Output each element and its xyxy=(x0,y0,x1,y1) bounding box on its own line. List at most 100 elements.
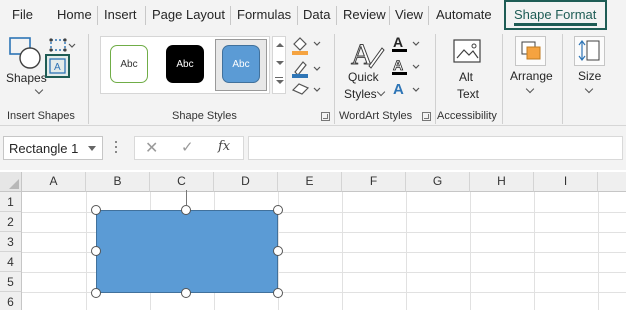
group-label-wordart-styles: WordArt Styles xyxy=(339,110,413,122)
row-header-6[interactable]: 6 xyxy=(0,292,22,310)
resize-handle[interactable] xyxy=(273,246,283,256)
row-header-1[interactable]: 1 xyxy=(0,192,22,212)
group-separator xyxy=(88,34,89,124)
ribbon-tab-bar: File Home Insert Page Layout Formulas Da… xyxy=(0,0,626,30)
column-header-h[interactable]: H xyxy=(470,172,534,192)
resize-handle[interactable] xyxy=(181,288,191,298)
column-header-f[interactable]: F xyxy=(342,172,406,192)
name-box[interactable]: Rectangle 1 xyxy=(3,136,103,160)
edit-shape-icon[interactable] xyxy=(48,35,76,55)
gallery-scroll[interactable] xyxy=(272,36,286,94)
group-separator xyxy=(435,34,436,124)
shapes-button[interactable]: Shapes xyxy=(6,71,47,85)
row-header-2[interactable]: 2 xyxy=(0,212,22,232)
scroll-down-icon[interactable] xyxy=(276,61,284,65)
svg-text:A: A xyxy=(393,34,403,50)
tab-data[interactable]: Data xyxy=(303,7,330,22)
formula-bar-grip-icon[interactable] xyxy=(114,141,118,155)
row-header-5[interactable]: 5 xyxy=(0,272,22,292)
size-button[interactable] xyxy=(574,36,605,66)
column-header-d[interactable]: D xyxy=(214,172,278,192)
text-box-button[interactable]: A xyxy=(45,54,70,78)
tab-separator xyxy=(389,6,390,25)
row-header-4[interactable]: 4 xyxy=(0,252,22,272)
name-box-dropdown-icon[interactable] xyxy=(88,146,96,151)
gallery-more-icon[interactable] xyxy=(275,77,283,78)
shapes-icon[interactable] xyxy=(8,36,42,72)
shape-effects-icon xyxy=(291,83,321,95)
tab-view[interactable]: View xyxy=(395,7,423,22)
alt-text-label-1[interactable]: Alt xyxy=(459,70,473,84)
name-box-value: Rectangle 1 xyxy=(9,141,79,156)
text-fill-outline-effects-icons: A A A xyxy=(392,34,420,98)
rectangle-shape[interactable] xyxy=(96,210,278,293)
shape-outline-icon xyxy=(292,61,321,78)
resize-handle[interactable] xyxy=(273,288,283,298)
column-header-e[interactable]: E xyxy=(278,172,342,192)
wordart-launcher-icon[interactable] xyxy=(422,112,431,121)
tab-formulas[interactable]: Formulas xyxy=(237,7,291,22)
arrange-label[interactable]: Arrange xyxy=(510,69,553,83)
tab-review[interactable]: Review xyxy=(343,7,386,22)
formula-input[interactable] xyxy=(248,136,623,160)
tab-insert[interactable]: Insert xyxy=(104,7,137,22)
insert-function-icon[interactable]: fx xyxy=(218,139,230,154)
tab-separator xyxy=(97,6,98,25)
resize-handle[interactable] xyxy=(91,205,101,215)
resize-handle[interactable] xyxy=(181,205,191,215)
row-header-3[interactable]: 3 xyxy=(0,232,22,252)
tab-separator xyxy=(336,6,337,25)
resize-handle[interactable] xyxy=(91,246,101,256)
arrange-icon xyxy=(521,41,541,60)
gallery-more-arrow-icon xyxy=(276,80,284,84)
column-header-g[interactable]: G xyxy=(406,172,470,192)
column-header-c[interactable]: C xyxy=(150,172,214,192)
svg-text:A: A xyxy=(54,62,61,73)
column-header-a[interactable]: A xyxy=(22,172,86,192)
column-header-partial[interactable] xyxy=(598,172,626,192)
shape-style-swatch-selected[interactable]: Abc xyxy=(222,45,260,83)
quick-styles-label-1[interactable]: Quick xyxy=(348,70,379,84)
text-outline-icon: A xyxy=(392,57,420,75)
alt-text-label-2[interactable]: Text xyxy=(457,87,479,101)
column-header-b[interactable]: B xyxy=(86,172,150,192)
quick-styles-label-2[interactable]: Styles xyxy=(344,87,377,101)
tab-shape-format[interactable]: Shape Format xyxy=(504,0,607,30)
tab-separator xyxy=(428,6,429,25)
text-box-icon: A xyxy=(49,58,66,74)
cancel-icon[interactable]: ✕ xyxy=(145,138,158,158)
svg-text:A: A xyxy=(393,81,404,98)
size-icon xyxy=(578,40,600,61)
shape-styles-launcher-icon[interactable] xyxy=(321,112,330,121)
enter-icon[interactable]: ✓ xyxy=(181,138,194,156)
tab-separator xyxy=(297,6,298,25)
group-separator xyxy=(334,34,335,124)
active-tab-underline xyxy=(514,23,597,26)
group-separator xyxy=(562,34,563,124)
scroll-up-icon[interactable] xyxy=(276,43,284,47)
select-all-button[interactable] xyxy=(0,172,22,192)
column-header-i[interactable]: I xyxy=(534,172,598,192)
fill-outline-effects-icons xyxy=(291,37,321,95)
tab-home[interactable]: Home xyxy=(57,7,92,22)
group-label-insert-shapes: Insert Shapes xyxy=(7,110,75,122)
alt-text-icon[interactable] xyxy=(452,38,484,68)
text-effects-icon: A xyxy=(393,81,420,98)
group-separator xyxy=(502,34,503,124)
svg-text:A: A xyxy=(393,57,403,73)
group-label-shape-styles: Shape Styles xyxy=(172,110,237,122)
quick-styles-icon[interactable]: A xyxy=(349,36,385,70)
tab-page-layout[interactable]: Page Layout xyxy=(152,7,225,22)
arrange-button[interactable] xyxy=(515,36,546,66)
shape-fill-icon xyxy=(292,37,321,55)
resize-handle[interactable] xyxy=(91,288,101,298)
resize-handle[interactable] xyxy=(273,205,283,215)
tab-automate[interactable]: Automate xyxy=(436,7,492,22)
tab-shape-format-label: Shape Format xyxy=(514,7,597,22)
size-label[interactable]: Size xyxy=(578,69,601,83)
group-label-accessibility: Accessibility xyxy=(437,110,497,122)
tab-separator xyxy=(145,6,146,25)
shape-style-swatch[interactable]: Abc xyxy=(110,45,148,83)
tab-file[interactable]: File xyxy=(12,7,33,22)
shape-style-swatch[interactable]: Abc xyxy=(166,45,204,83)
